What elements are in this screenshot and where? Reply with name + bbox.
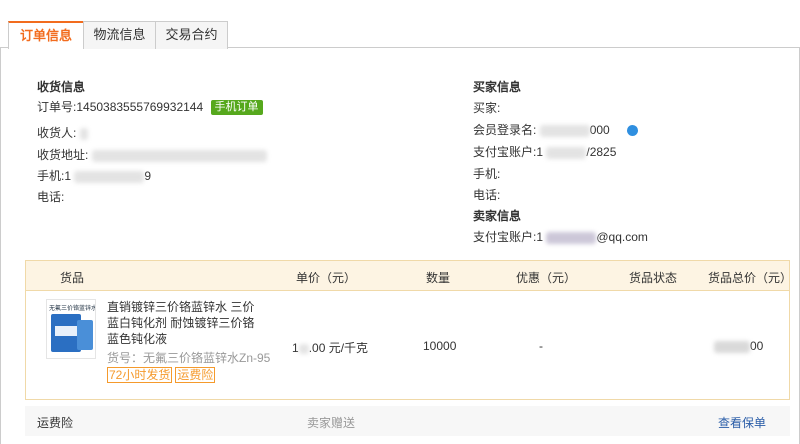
goods-total-redacted [714,340,750,353]
order-number-label: 订单号: [37,100,77,114]
buyer-tel-row: 电话: [473,186,500,203]
member-login-label: 会员登录名: [473,123,537,137]
product-label-shape [55,326,77,336]
header-unit-price: 单价（元） [296,271,357,285]
buyer-alipay-partial: 1 [536,145,544,159]
receiver-info-title: 收货信息 [37,80,86,94]
tag-freight-insurance[interactable]: 运费险 [175,367,216,383]
order-number-value: 1450383555769932144 [76,100,204,114]
order-number-row: 订单号:1450383555769932144 手机订单 [37,98,263,115]
receiver-name-row: 收货人: [37,124,88,141]
freight-insurance-label: 运费险 [37,416,74,430]
buyer-phone-row: 手机: [473,165,500,182]
discount-cell: - [539,339,543,353]
header-goods: 货品 [60,271,85,285]
seller-alipay-redacted [546,231,597,244]
product-tags: 72小时发货 运费险 [107,367,218,383]
buyer-info-title: 买家信息 [473,80,522,94]
mobile-order-badge: 手机订单 [210,100,263,115]
goods-total-tail: 00 [750,339,764,353]
receiver-name-label: 收货人: [37,126,77,140]
product-thumbnail-caption: 无氟三价铬蓝锌水 [49,306,96,312]
tab-bar: 订单信息 物流信息 交易合约 [0,0,800,49]
receiver-address-redacted [91,149,267,162]
product-sku: 货号：无氟三价铬蓝锌水Zn-95 [107,351,271,365]
seller-alipay-label: 支付宝账户: [473,230,537,244]
unit-price-suffix: .00 元/千克 [308,341,369,355]
view-policy-link[interactable]: 查看保单 [718,414,766,431]
receiver-address-row: 收货地址: [37,146,267,163]
seller-alipay-partial: 1 [536,230,544,244]
buyer-alipay-tail: /2825 [586,145,617,159]
seller-alipay-row: 支付宝账户:1 @qq.com [473,228,648,245]
product-barrel-shape-2 [77,320,93,350]
goods-total-cell: 00 [714,339,763,353]
buyer-row: 买家: [473,99,500,116]
member-login-row: 会员登录名: 000 [473,121,639,138]
tab-logistics-info[interactable]: 物流信息 [83,21,156,49]
goods-table: 货品 单价（元） 数量 优惠（元） 货品状态 货品总价（元） 无氟三价铬蓝锌水 … [25,260,793,400]
receiver-phone-redacted [74,170,145,183]
receiver-phone-label: 手机: [37,169,65,183]
header-goods-status: 货品状态 [629,271,678,285]
seller-info-title: 卖家信息 [473,209,522,223]
quantity-cell: 10000 [423,339,457,353]
header-discount: 优惠（元） [516,271,577,285]
freight-insurance-giver: 卖家赠送 [307,416,356,430]
tab-order-info[interactable]: 订单信息 [8,21,84,49]
freight-insurance-row: 运费险 卖家赠送 查看保单 [25,406,790,436]
header-quantity: 数量 [426,271,451,285]
product-name-link[interactable]: 直销镀锌三价铬蓝锌水 三价蓝白钝化剂 耐蚀镀锌三价铬蓝色钝化液 [107,299,257,347]
unit-price-cell: 1 .00 元/千克 [292,339,368,356]
aliwangwang-chat-icon[interactable] [627,125,639,137]
receiver-address-label: 收货地址: [37,148,89,162]
buyer-label: 买家: [473,101,501,115]
member-login-redacted [539,124,590,137]
header-goods-total: 货品总价（元） [708,271,793,285]
receiver-tel-row: 电话: [37,188,64,205]
receiver-tel-label: 电话: [37,190,65,204]
tab-trade-contract[interactable]: 交易合约 [155,21,228,49]
member-login-tail: 000 [589,123,610,137]
receiver-phone-partial: 1 [64,169,72,183]
unit-price-redacted [298,343,309,354]
buyer-alipay-row: 支付宝账户:1 /2825 [473,143,616,160]
receiver-phone-tail: 9 [144,169,152,183]
receiver-name-redacted [79,127,88,140]
buyer-phone-label: 手机: [473,167,501,181]
tag-72h-shipping[interactable]: 72小时发货 [107,367,173,383]
product-thumbnail[interactable]: 无氟三价铬蓝锌水 [46,299,96,359]
buyer-alipay-label: 支付宝账户: [473,145,537,159]
receiver-phone-row: 手机:1 9 [37,167,151,184]
buyer-alipay-redacted [546,146,587,159]
buyer-tel-label: 电话: [473,188,501,202]
unit-price-partial: 1 [292,341,299,355]
goods-table-header: 货品 单价（元） 数量 优惠（元） 货品状态 货品总价（元） [26,261,793,291]
seller-alipay-tail: @qq.com [596,230,648,244]
